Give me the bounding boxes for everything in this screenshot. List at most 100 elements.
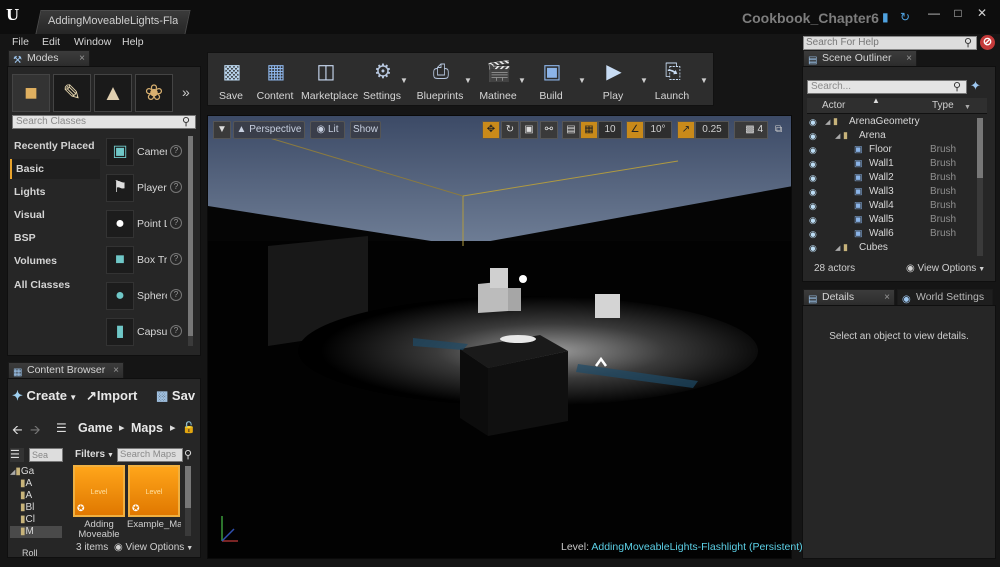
help-icon[interactable]: ? bbox=[170, 217, 182, 229]
category-all-classes[interactable]: All Classes bbox=[10, 275, 100, 295]
viewport-options-icon[interactable]: ▼ bbox=[213, 121, 231, 139]
search-classes-input[interactable]: Search Classes bbox=[12, 115, 196, 129]
scale-snap-value[interactable]: 0.25 bbox=[695, 121, 729, 139]
help-icon[interactable]: ? bbox=[170, 145, 182, 157]
source-control-icon[interactable]: ↻ bbox=[900, 11, 914, 23]
tab-details[interactable]: ▤ Details × bbox=[803, 289, 895, 305]
place-item-box-trigger[interactable]: ■Box Trigger? bbox=[104, 244, 186, 278]
launch-button[interactable]: ⎘ Launch bbox=[648, 57, 696, 103]
grid-snap-icon[interactable]: ▦ bbox=[580, 121, 598, 139]
eye-icon[interactable]: ◉ bbox=[809, 145, 817, 156]
place-item-sphere-trigger[interactable]: ●Sphere Trigger? bbox=[104, 280, 186, 314]
back-arrow-icon[interactable]: 🡨 bbox=[12, 421, 23, 443]
eye-icon[interactable]: ◉ bbox=[809, 117, 817, 128]
scrollbar-thumb[interactable] bbox=[188, 136, 193, 336]
eye-icon[interactable]: ◉ bbox=[809, 187, 817, 198]
path-list-icon[interactable]: ☰ bbox=[56, 421, 67, 435]
outliner-row[interactable]: ◉ ▣ Wall1 Brush bbox=[807, 158, 979, 172]
play-button[interactable]: ▶ Play bbox=[589, 57, 637, 103]
outliner-row[interactable]: ◉ ◢ ▮ Cubes bbox=[807, 242, 979, 256]
rotate-mode-icon[interactable]: ↻ bbox=[501, 121, 519, 139]
category-bsp[interactable]: BSP bbox=[10, 228, 100, 248]
place-item-player-start[interactable]: ⚑Player Start? bbox=[104, 172, 186, 206]
path-maps[interactable]: Maps bbox=[131, 421, 163, 435]
folder-tree-item[interactable]: ▮A bbox=[10, 478, 62, 490]
category-recently-placed[interactable]: Recently Placed bbox=[10, 136, 100, 156]
content-button[interactable]: ▦ Content bbox=[251, 57, 299, 103]
outliner-row[interactable]: ◉ ▣ Wall6 Brush bbox=[807, 228, 979, 242]
grid-snap-value[interactable]: 10 bbox=[598, 121, 622, 139]
settings-dropdown-icon[interactable]: ▼ bbox=[400, 76, 408, 85]
level-viewport[interactable] bbox=[207, 115, 792, 559]
assets-scrollbar[interactable] bbox=[185, 466, 191, 536]
outliner-scrollbar[interactable] bbox=[977, 118, 983, 256]
folder-tree-item[interactable]: ▮Cl bbox=[10, 514, 62, 526]
help-icon[interactable]: ? bbox=[170, 181, 182, 193]
tab-world-settings[interactable]: ◉ World Settings bbox=[897, 289, 993, 305]
chat-icon[interactable]: ▮ bbox=[882, 11, 896, 23]
folder-search-input[interactable]: Sea bbox=[29, 448, 63, 462]
add-actor-icon[interactable]: ✦ bbox=[970, 78, 981, 94]
scale-snap-icon[interactable]: ↗ bbox=[677, 121, 695, 139]
close-icon[interactable]: × bbox=[79, 51, 85, 66]
close-icon[interactable]: × bbox=[113, 363, 119, 378]
search-icon[interactable]: ⚲ bbox=[964, 36, 976, 50]
folder-tree-item[interactable]: Roll bbox=[22, 549, 62, 557]
place-item-point-light[interactable]: ●Point Light? bbox=[104, 208, 186, 242]
filters-button[interactable]: Filters ▼ bbox=[70, 448, 116, 462]
menu-file[interactable]: File bbox=[12, 36, 29, 49]
tab-modes[interactable]: ⚒ Modes × bbox=[8, 50, 90, 66]
outliner-search-input[interactable]: Search... bbox=[807, 80, 967, 94]
folder-tree-item[interactable]: ▮Bl bbox=[10, 502, 62, 514]
asset-thumbnail[interactable]: Level ✪ bbox=[128, 465, 180, 517]
place-mode-icon[interactable]: ■ bbox=[12, 74, 50, 112]
settings-button[interactable]: ⚙ Settings bbox=[358, 57, 406, 103]
category-basic[interactable]: Basic bbox=[10, 159, 100, 179]
expand-arrow-icon[interactable]: ◢ bbox=[835, 132, 840, 140]
show-button[interactable]: Show bbox=[350, 121, 381, 139]
import-button[interactable]: ↗Import bbox=[86, 388, 137, 410]
lit-button[interactable]: ◉ Lit bbox=[310, 121, 345, 139]
eye-icon[interactable]: ◉ bbox=[809, 173, 817, 184]
eye-icon[interactable]: ◉ bbox=[809, 131, 817, 142]
matinee-button[interactable]: 🎬 Matinee bbox=[474, 57, 522, 103]
paint-mode-icon[interactable]: ✎ bbox=[53, 74, 91, 112]
folder-tree-item[interactable]: ▮A bbox=[10, 490, 62, 502]
forward-arrow-icon[interactable]: 🡪 bbox=[30, 421, 41, 443]
build-button[interactable]: ▣ Build bbox=[527, 57, 575, 103]
place-item-camera[interactable]: ▣Camera? bbox=[104, 136, 186, 170]
blueprints-dropdown-icon[interactable]: ▼ bbox=[464, 76, 472, 85]
close-button[interactable]: ✕ bbox=[974, 6, 990, 20]
eye-icon[interactable]: ◉ bbox=[809, 201, 817, 212]
view-options-button[interactable]: ◉ View Options ▼ bbox=[114, 542, 193, 553]
outliner-row[interactable]: ◉ ▣ Wall5 Brush bbox=[807, 214, 979, 228]
maximize-viewport-icon[interactable]: ⧉ bbox=[775, 124, 782, 135]
more-modes-icon[interactable]: » bbox=[182, 84, 190, 100]
outliner-row[interactable]: ◉ ▣ Wall3 Brush bbox=[807, 186, 979, 200]
launch-dropdown-icon[interactable]: ▼ bbox=[700, 76, 708, 85]
maximize-button[interactable]: □ bbox=[950, 6, 966, 20]
outliner-row[interactable]: ◉ ▣ Wall2 Brush bbox=[807, 172, 979, 186]
create-button[interactable]: ✦ Create ▼ bbox=[12, 388, 77, 410]
save-all-button[interactable]: ▩ Sav bbox=[156, 388, 196, 410]
world-space-icon[interactable]: ⚯ bbox=[540, 121, 558, 139]
eye-icon[interactable]: ◉ bbox=[809, 243, 817, 254]
expand-arrow-icon[interactable]: ◢ bbox=[825, 118, 830, 126]
modes-scrollbar[interactable] bbox=[188, 136, 193, 346]
eye-icon[interactable]: ◉ bbox=[809, 215, 817, 226]
save-button[interactable]: ▩ Save bbox=[207, 57, 255, 103]
path-game[interactable]: Game bbox=[78, 421, 113, 435]
actor-column-header[interactable]: Actor bbox=[822, 100, 845, 111]
search-maps-input[interactable]: Search Maps bbox=[117, 448, 183, 462]
play-dropdown-icon[interactable]: ▼ bbox=[640, 76, 648, 85]
light-bulb-icon[interactable] bbox=[519, 275, 527, 283]
category-visual[interactable]: Visual bbox=[10, 205, 100, 225]
help-icon[interactable]: ? bbox=[170, 325, 182, 337]
eye-icon[interactable]: ◉ bbox=[809, 229, 817, 240]
menu-edit[interactable]: Edit bbox=[42, 36, 60, 49]
scrollbar-thumb[interactable] bbox=[185, 466, 191, 508]
tab-content-browser[interactable]: ▦ Content Browser × bbox=[8, 362, 124, 378]
rotation-snap-icon[interactable]: ∠ bbox=[626, 121, 644, 139]
category-lights[interactable]: Lights bbox=[10, 182, 100, 202]
build-dropdown-icon[interactable]: ▼ bbox=[578, 76, 586, 85]
